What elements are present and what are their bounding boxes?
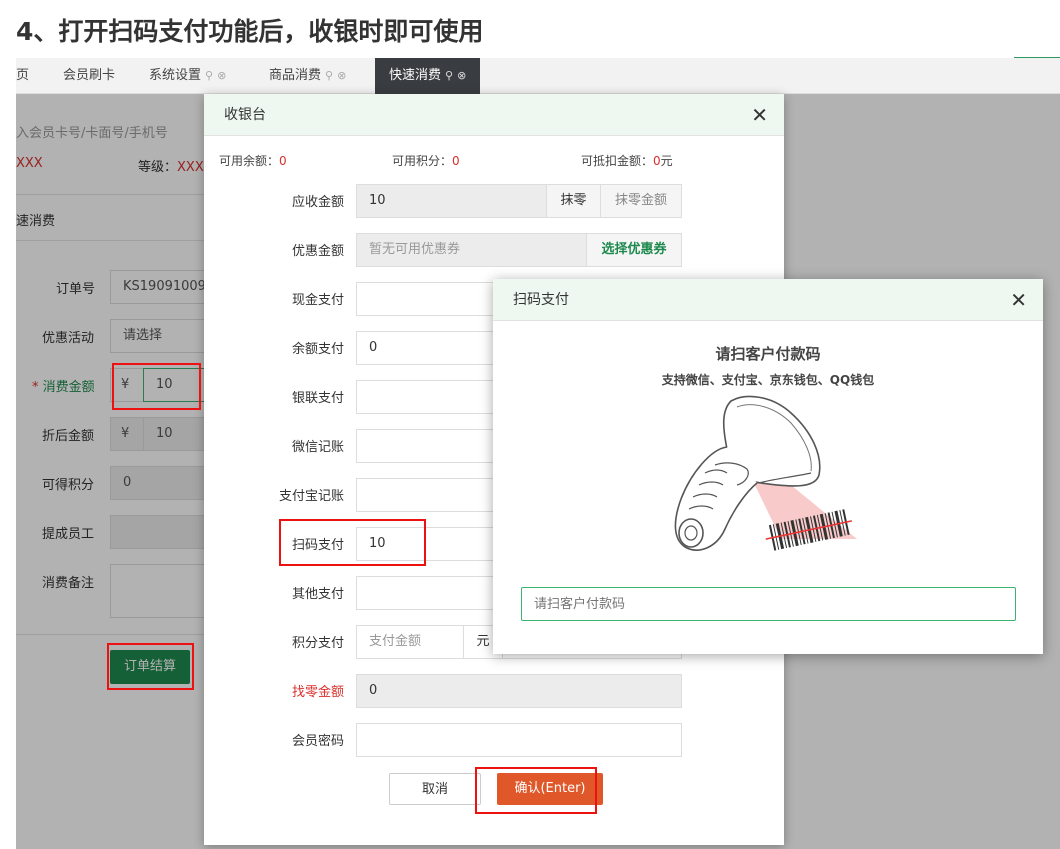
barcode-scanner-icon — [674, 395, 857, 551]
available-balance: 可用余额：0 — [219, 154, 287, 168]
points-pay-label: 积分支付 — [291, 636, 344, 651]
discount-label: 优惠金额 — [291, 244, 344, 259]
close-icon[interactable]: ⊗ — [457, 69, 466, 82]
deductible-amount: 可抵扣金额：0元 — [581, 154, 673, 168]
cancel-button[interactable]: 取消 — [389, 773, 481, 805]
cash-label: 现金支付 — [291, 293, 344, 308]
tab-product-consumption[interactable]: 商品消费 ⚲ ⊗ — [269, 58, 346, 94]
unionpay-label: 银联支付 — [291, 391, 344, 406]
tab-home[interactable]: 页 — [16, 58, 29, 94]
round-amount-button[interactable]: 抹零金额 — [600, 184, 682, 218]
close-icon[interactable]: ⊗ — [337, 69, 346, 82]
receivable-label: 应收金额 — [291, 195, 344, 210]
page-heading: 4、打开扫码支付功能后，收银时即可使用 — [16, 17, 484, 46]
close-icon[interactable]: ✕ — [751, 94, 768, 136]
close-icon[interactable]: ⊗ — [217, 69, 226, 82]
scan-instruction: 请扫客户付款码 — [715, 345, 821, 363]
supported-wallets: 支持微信、支付宝、京东钱包、QQ钱包 — [661, 373, 875, 387]
scan-pay-dialog: 扫码支付 ✕ 请扫客户付款码 支持微信、支付宝、京东钱包、QQ钱包 — [493, 279, 1043, 654]
tab-bar: 页 会员刷卡 系统设置 ⚲ ⊗ 商品消费 ⚲ ⊗ 快速消费 ⚲ ⊗ — [16, 58, 1060, 94]
balance-pay-label: 余额支付 — [291, 342, 344, 357]
tab-system-settings[interactable]: 系统设置 ⚲ ⊗ — [149, 58, 226, 94]
tab-member-card[interactable]: 会员刷卡 — [63, 58, 115, 94]
pin-icon[interactable]: ⚲ — [445, 69, 453, 82]
member-password-input[interactable] — [356, 723, 682, 757]
app-screenshot: 页 会员刷卡 系统设置 ⚲ ⊗ 商品消费 ⚲ ⊗ 快速消费 ⚲ ⊗ 入会员卡号/卡面号/手机… — [16, 58, 1060, 849]
receivable-field: 10 抹零 抹零金额 — [356, 184, 682, 218]
cashier-title: 收银台 — [224, 107, 266, 123]
discount-placeholder: 暂无可用优惠券 — [369, 242, 461, 257]
discount-field: 暂无可用优惠券 选择优惠券 — [356, 233, 682, 267]
highlight-confirm — [475, 767, 597, 814]
scan-pay-title: 扫码支付 — [513, 292, 569, 308]
choose-coupon-button[interactable]: 选择优惠券 — [586, 233, 682, 267]
alipay-label: 支付宝记账 — [278, 489, 344, 504]
receivable-value: 10 — [369, 193, 386, 208]
tab-quick-consumption[interactable]: 快速消费 ⚲ ⊗ — [375, 58, 481, 94]
other-pay-label: 其他支付 — [291, 587, 344, 602]
change-field: 0 — [356, 674, 682, 708]
change-label: 找零金额 — [291, 685, 344, 700]
highlight-amount — [112, 363, 201, 410]
scan-pay-header: 扫码支付 ✕ — [493, 279, 1043, 321]
payment-code-input[interactable] — [521, 587, 1016, 621]
pin-icon[interactable]: ⚲ — [325, 69, 333, 82]
available-points: 可用积分：0 — [392, 154, 460, 168]
points-pay-placeholder: 支付金额 — [369, 634, 422, 649]
wechat-label: 微信记账 — [291, 440, 344, 455]
highlight-scanpay — [279, 519, 426, 566]
close-icon[interactable]: ✕ — [1010, 279, 1027, 321]
cashier-header: 收银台 ✕ — [204, 94, 784, 136]
round-button[interactable]: 抹零 — [546, 184, 601, 218]
password-label: 会员密码 — [291, 734, 344, 749]
pin-icon[interactable]: ⚲ — [205, 69, 213, 82]
highlight-checkout — [107, 643, 194, 690]
